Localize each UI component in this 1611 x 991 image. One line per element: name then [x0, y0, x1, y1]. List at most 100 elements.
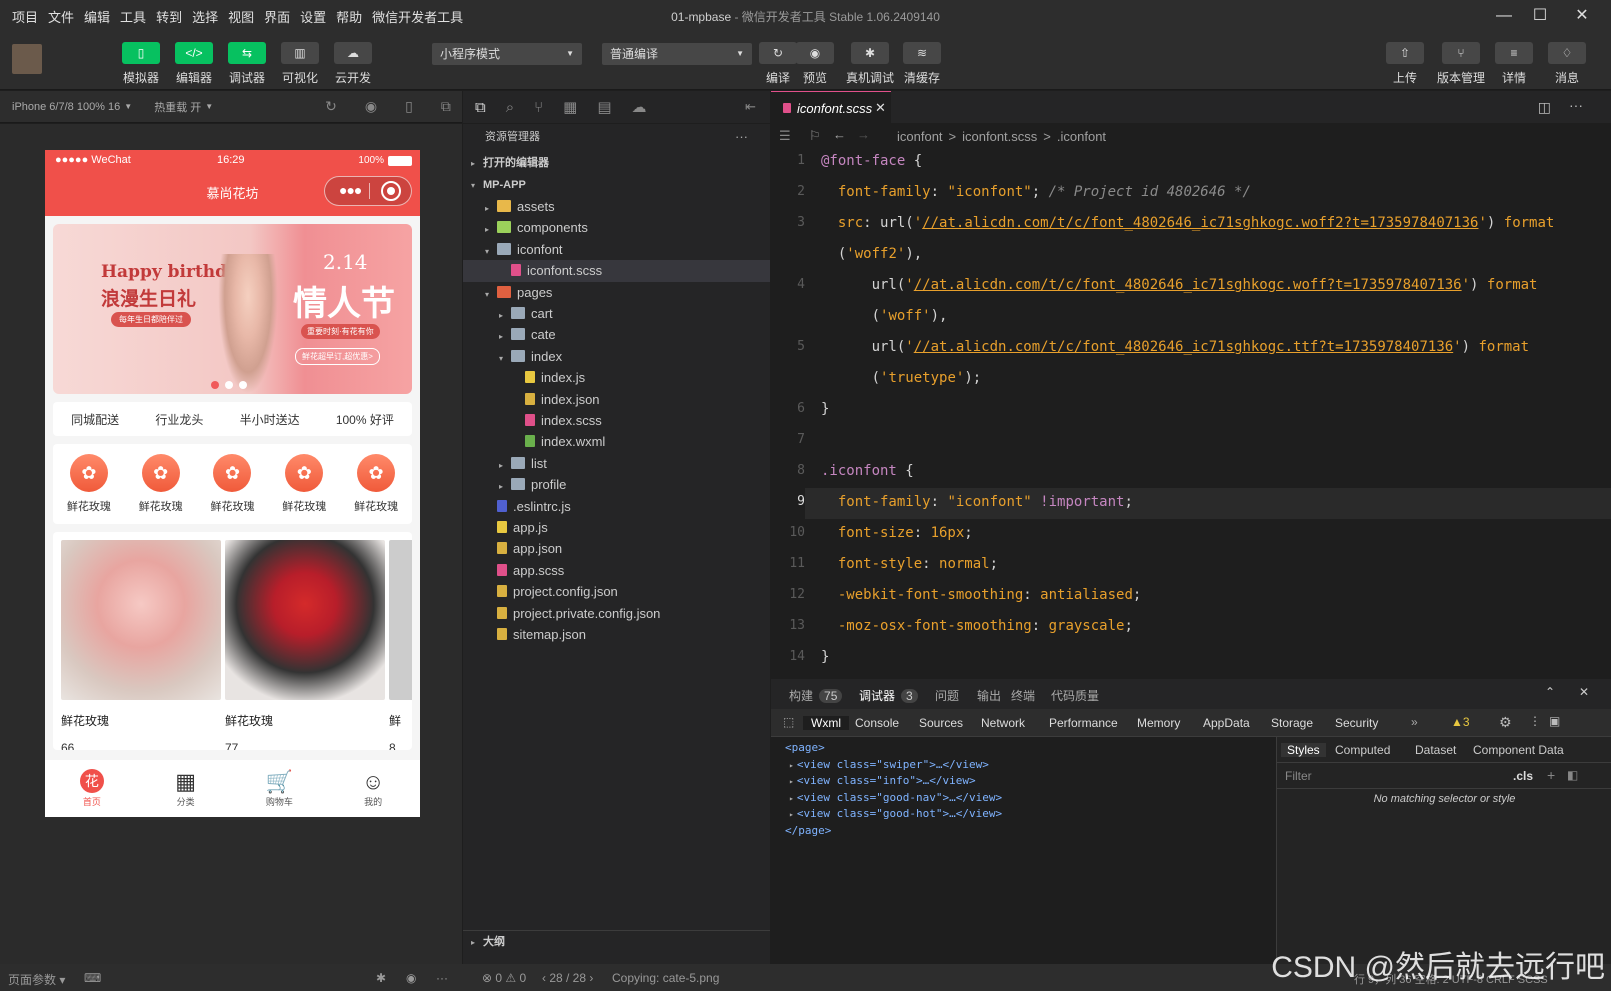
wxml-node[interactable]: <page> — [785, 741, 825, 754]
tree-item[interactable]: ▾ pages — [463, 282, 770, 304]
tree-item[interactable]: app.scss — [463, 560, 770, 582]
menu-item[interactable]: 设置 — [295, 7, 331, 26]
chevron-up-icon[interactable]: ⌃ — [1545, 685, 1555, 699]
devtools-tab-console[interactable]: Console — [855, 716, 899, 730]
swiper-dot[interactable] — [225, 381, 233, 389]
open-editors-section[interactable]: ▸ 打开的编辑器 — [463, 152, 770, 174]
toolbar-button-right-3[interactable]: ♢ 消息 — [1548, 42, 1586, 86]
debug-icon[interactable]: ▤ — [597, 98, 611, 116]
tree-item[interactable]: ▸ cate — [463, 324, 770, 346]
files-icon[interactable]: ⧉ — [475, 99, 486, 116]
panel-tab[interactable]: 问题 — [935, 687, 959, 704]
mode-select[interactable]: 小程序模式 ▼ — [432, 43, 582, 65]
code-editor[interactable]: 1 @font-face {2 font-family: "iconfont"; … — [771, 149, 1611, 679]
minimize-button[interactable]: — — [1490, 4, 1518, 28]
phone-icon[interactable]: ▯ — [405, 98, 413, 115]
tree-item[interactable]: app.json — [463, 538, 770, 560]
tree-item[interactable]: project.config.json — [463, 581, 770, 603]
project-root-section[interactable]: ▾ MP-APP — [463, 174, 770, 196]
bug-icon[interactable]: ✱ — [376, 971, 386, 985]
popout-icon[interactable]: ⧉ — [441, 98, 451, 115]
kebab-icon[interactable]: ⋮ — [1529, 714, 1541, 728]
devtools-tab-storage[interactable]: Storage — [1271, 716, 1313, 730]
toolbar-button-left-3[interactable]: ▥ 可视化 — [281, 42, 319, 86]
toggle-sidebar-icon[interactable]: ◧ — [1567, 768, 1578, 782]
crumb-item[interactable]: .iconfont — [1057, 129, 1106, 144]
nav-item[interactable]: ✿ 鲜花玫瑰 — [139, 454, 183, 514]
outline-section[interactable]: ▸ 大纲 — [463, 930, 770, 952]
toolbar-button-mid-1[interactable]: ◉ 预览 — [796, 42, 834, 86]
crumb-item[interactable]: iconfont.scss — [962, 129, 1037, 144]
refresh-icon[interactable]: ↻ — [325, 98, 337, 115]
more-icon[interactable]: ··· — [436, 971, 448, 985]
cls-button[interactable]: .cls — [1513, 769, 1533, 783]
toolbar-button-right-0[interactable]: ⇧ 上传 — [1386, 42, 1424, 86]
menu-item[interactable]: 视图 — [223, 7, 259, 26]
add-rule-button[interactable]: + — [1547, 767, 1555, 783]
crumb-item[interactable]: iconfont — [897, 129, 943, 144]
collapse-panel-icon[interactable]: ⇤ — [745, 99, 756, 115]
swiper-dot[interactable] — [211, 381, 219, 389]
good-card[interactable]: 鲜花玫瑰 77 — [225, 540, 385, 750]
tree-item[interactable]: ▾ index — [463, 346, 770, 368]
hotreload-toggle[interactable]: 热重载 开 — [154, 99, 201, 115]
more-icon[interactable]: ··· — [1569, 97, 1583, 113]
tab-2[interactable]: 🛒 购物车 — [249, 769, 309, 808]
tree-item[interactable]: ▾ iconfont — [463, 239, 770, 261]
expand-arrow-icon[interactable]: ▸ — [789, 761, 794, 770]
wxml-node[interactable]: ▸ <view class="info">…</view> — [789, 774, 976, 787]
tree-item[interactable]: sitemap.json — [463, 624, 770, 646]
nav-item[interactable]: ✿ 鲜花玫瑰 — [210, 454, 254, 514]
toolbar-button-mid-2[interactable]: ✱ 真机调试 — [846, 42, 894, 86]
forward-icon[interactable]: → — [857, 127, 870, 142]
good-card[interactable]: 鲜花玫瑰 66 — [61, 540, 221, 750]
page-params-button[interactable]: 页面参数 ▾ — [8, 971, 65, 988]
tree-item[interactable]: app.js — [463, 517, 770, 539]
panel-tab[interactable]: 调试器 3 — [859, 687, 918, 704]
tab-3[interactable]: ☺ 我的 — [343, 769, 403, 808]
menu-item[interactable]: 工具 — [115, 7, 151, 26]
menu-item[interactable]: 界面 — [259, 7, 295, 26]
eye-icon[interactable]: ◉ — [406, 971, 416, 985]
tree-item[interactable]: ▸ list — [463, 453, 770, 475]
tree-item[interactable]: index.js — [463, 367, 770, 389]
inspect-icon[interactable]: ⬚ — [783, 715, 794, 729]
toolbar-button-right-1[interactable]: ⑂ 版本管理 — [1437, 42, 1485, 86]
devtools-tab-appdata[interactable]: AppData — [1203, 716, 1250, 730]
tree-item[interactable]: index.wxml — [463, 431, 770, 453]
problems-count[interactable]: ⊗ 0 ⚠ 0 — [482, 971, 526, 985]
tree-item[interactable]: ▸ components — [463, 217, 770, 239]
split-editor-icon[interactable]: ◫ — [1538, 99, 1551, 116]
more-icon[interactable]: ··· — [735, 126, 765, 148]
toolbar-button-mid-3[interactable]: ≋ 清缓存 — [903, 42, 941, 86]
panel-tab[interactable]: 终端 — [1011, 687, 1035, 704]
swiper-banner[interactable]: Happy birthday 浪漫生日礼 每年生日都陪伴过 2.14 情人节 重… — [53, 224, 412, 394]
expand-arrow-icon[interactable]: ▸ — [789, 794, 794, 803]
panel-tab[interactable]: 输出 — [977, 687, 1001, 704]
tree-item[interactable]: ▸ assets — [463, 196, 770, 218]
devtools-tab-network[interactable]: Network — [981, 716, 1025, 730]
swiper-dot[interactable] — [239, 381, 247, 389]
panel-tab[interactable]: 代码质量 — [1051, 687, 1099, 704]
user-avatar[interactable] — [12, 44, 42, 74]
more-icon[interactable]: ●●● — [339, 182, 362, 198]
tab-iconfont-scss[interactable]: iconfont.scss ✕ — [771, 91, 891, 123]
menu-item[interactable]: 编辑 — [79, 7, 115, 26]
list-icon[interactable]: ☰ — [779, 128, 791, 144]
devtools-tab-performance[interactable]: Performance — [1049, 716, 1118, 730]
tree-item[interactable]: ▸ profile — [463, 474, 770, 496]
styles-tab[interactable]: Computed — [1335, 743, 1390, 757]
toolbar-button-left-4[interactable]: ☁ 云开发 — [334, 42, 372, 86]
good-card[interactable]: 鲜8 — [389, 540, 412, 750]
back-icon[interactable]: ← — [833, 127, 846, 142]
wxml-node[interactable]: ▸ <view class="swiper">…</view> — [789, 758, 989, 771]
extensions-icon[interactable]: ▦ — [563, 98, 577, 116]
more-tabs-button[interactable]: » — [1411, 715, 1418, 729]
wxml-node[interactable]: ▸ <view class="good-hot">…</view> — [789, 807, 1002, 820]
maximize-button[interactable]: ☐ — [1526, 4, 1554, 28]
styles-tab[interactable]: Component Data — [1473, 743, 1564, 757]
search-icon[interactable]: ⌕ — [506, 99, 514, 116]
menu-item[interactable]: 微信开发者工具 — [367, 7, 468, 26]
menu-item[interactable]: 选择 — [187, 7, 223, 26]
device-select[interactable]: iPhone 6/7/8 100% 16 — [12, 101, 120, 113]
